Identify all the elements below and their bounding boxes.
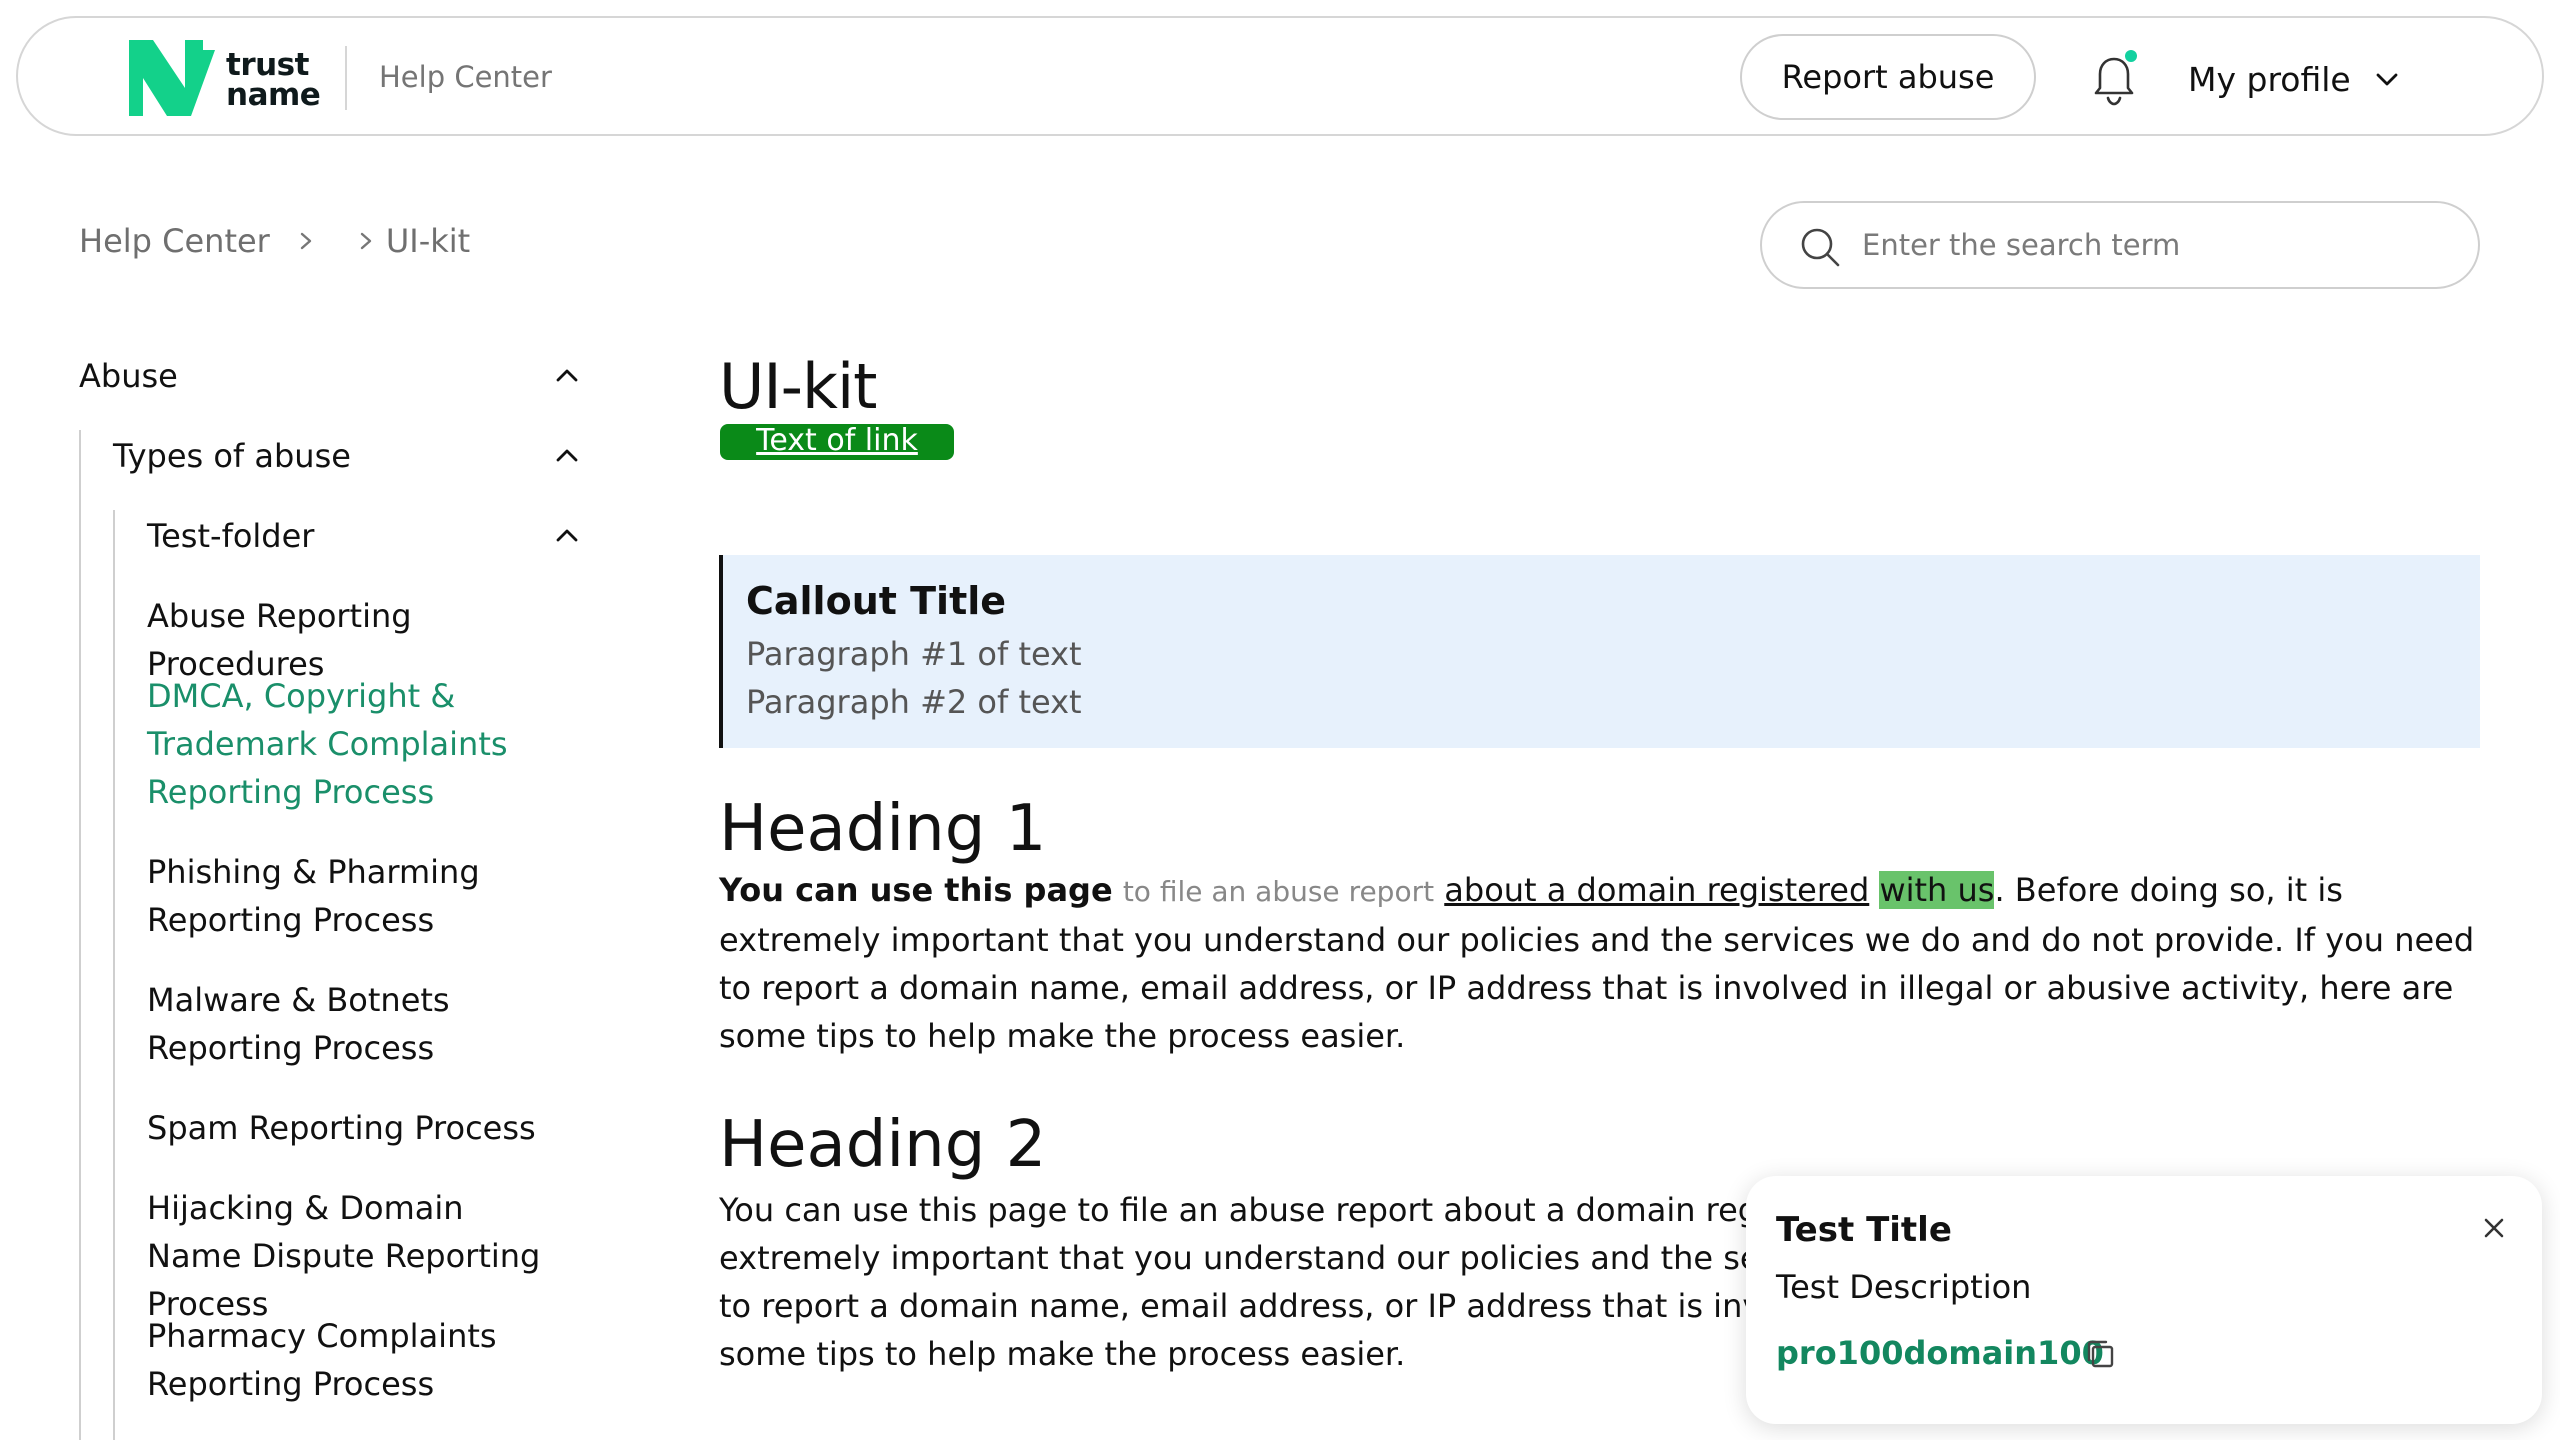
notification-dot <box>2125 50 2137 62</box>
chevron-up-icon[interactable] <box>552 521 582 551</box>
callout-paragraph-2: Paragraph #2 of text <box>746 683 1082 721</box>
sidebar-item-hijacking[interactable]: Hijacking & Domain Name Dispute Reportin… <box>147 1184 567 1328</box>
sidebar-item-label: Types of abuse <box>113 437 351 475</box>
profile-menu[interactable]: My profile <box>2188 54 2401 104</box>
sidebar-item-label: Test-folder <box>147 517 315 555</box>
sidebar-item-spam[interactable]: Spam Reporting Process <box>147 1104 587 1152</box>
chevron-down-icon <box>2376 73 2398 86</box>
sidebar-item-abuse[interactable]: Abuse <box>79 352 178 400</box>
header-divider <box>345 46 347 110</box>
sidebar-item-malware[interactable]: Malware & Botnets Reporting Process <box>147 976 587 1072</box>
toast-description: Test Description <box>1776 1268 2032 1306</box>
search-icon <box>1801 228 1840 267</box>
logo-text: trust name <box>226 47 321 113</box>
para-bold-text: You can use this page <box>719 871 1113 909</box>
top-header: trust name Help Center Report abuse My p… <box>16 16 2544 136</box>
callout-title: Callout Title <box>746 579 1007 623</box>
heading-2: Heading 2 <box>719 1108 1047 1182</box>
para-small-text: to file an abuse report <box>1122 875 1435 908</box>
para-underlined-link[interactable]: about a domain registered <box>1444 871 1869 909</box>
callout-paragraph-1: Paragraph #1 of text <box>746 635 1082 673</box>
sidebar-item-types-of-abuse[interactable]: Types of abuse <box>113 432 351 480</box>
close-icon[interactable] <box>2476 1210 2512 1246</box>
sidebar-nav: Abuse Types of abuse Test-folder Abuse R… <box>79 340 599 1440</box>
chevron-right-icon <box>360 232 372 250</box>
toast-title: Test Title <box>1776 1210 1952 1250</box>
sidebar-tree-line <box>113 510 115 1440</box>
callout-box: Callout Title Paragraph #1 of text Parag… <box>719 555 2480 748</box>
chevron-up-icon[interactable] <box>552 441 582 471</box>
sidebar-item-phishing[interactable]: Phishing & Pharming Reporting Process <box>147 848 527 944</box>
sidebar-item-label: Abuse <box>79 357 178 395</box>
bell-icon[interactable] <box>2086 48 2142 108</box>
search-box <box>1760 201 2480 289</box>
breadcrumb-current: UI-kit <box>385 222 471 260</box>
heading-1: Heading 1 <box>719 792 1047 866</box>
copy-icon[interactable] <box>2082 1336 2118 1372</box>
toast-notification: Test Title Test Description pro100domain… <box>1746 1176 2542 1424</box>
chevron-right-icon <box>300 232 312 250</box>
logo-mark-icon <box>129 40 215 116</box>
header-section-title[interactable]: Help Center <box>379 60 552 94</box>
profile-label: My profile <box>2188 59 2351 99</box>
report-abuse-button[interactable]: Report abuse <box>1740 34 2036 120</box>
text-of-link[interactable]: Text of link <box>720 424 954 460</box>
sidebar-item-test-folder[interactable]: Test-folder <box>147 512 314 560</box>
trustname-logo[interactable]: trust name <box>123 36 343 120</box>
search-input[interactable] <box>1862 217 2452 273</box>
para-highlight: with us <box>1879 871 1995 909</box>
breadcrumb: Help Center UI-kit <box>79 222 470 260</box>
page-title: UI-kit <box>719 350 877 423</box>
sidebar-tree-line <box>79 430 81 1440</box>
sidebar-item-dmca[interactable]: DMCA, Copyright & Trademark Complaints R… <box>147 672 527 816</box>
breadcrumb-help-center[interactable]: Help Center <box>79 222 270 260</box>
paragraph-1: You can use this page to file an abuse r… <box>719 866 2489 1060</box>
chevron-up-icon[interactable] <box>552 361 582 391</box>
toast-code: pro100domain100 <box>1776 1334 2104 1372</box>
sidebar-item-pharmacy[interactable]: Pharmacy Complaints Reporting Process <box>147 1312 527 1408</box>
